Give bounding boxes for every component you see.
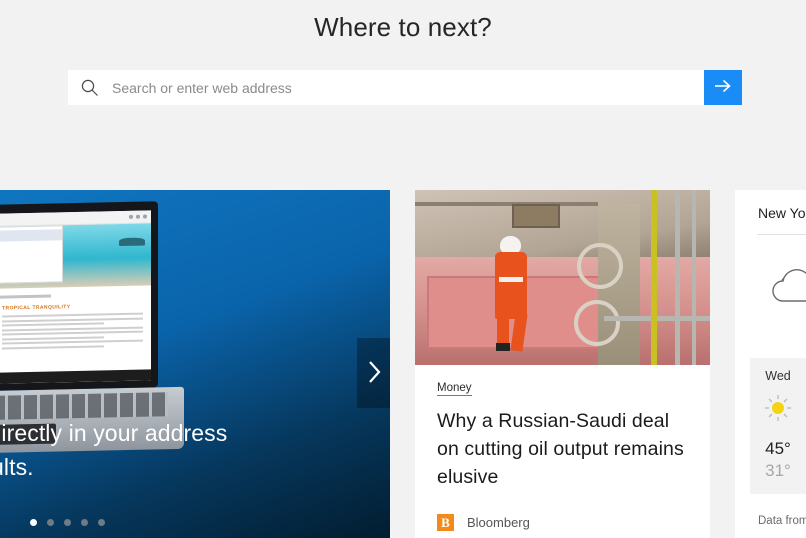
news-category[interactable]: Money — [437, 382, 472, 396]
forecast-tile[interactable]: Wed 45° 31° — [750, 358, 806, 494]
search-input[interactable] — [100, 79, 704, 96]
arrow-right-icon — [713, 78, 733, 97]
carousel-dot[interactable] — [30, 519, 37, 526]
forecast-low: 31° — [765, 461, 791, 480]
carousel-dot[interactable] — [47, 519, 54, 526]
carousel-dot[interactable] — [98, 519, 105, 526]
carousel-dot[interactable] — [81, 519, 88, 526]
divider — [757, 234, 806, 235]
carousel-dot[interactable] — [64, 519, 71, 526]
search-go-button[interactable] — [704, 70, 742, 105]
chevron-right-icon — [366, 359, 382, 388]
search-icon — [80, 78, 100, 98]
weather-forecast: Wed 45° 31° — [750, 358, 806, 494]
weather-attribution: Data from — [758, 515, 806, 527]
worker-figure — [494, 235, 528, 352]
forecast-high: 45° — [765, 439, 791, 458]
promo-screen-article-title: TROPICAL TRANQUILITY — [2, 304, 71, 312]
search-bar — [68, 70, 742, 105]
weather-card[interactable]: New Yor Wed 45° 31° Data from — [735, 190, 806, 538]
promo-card[interactable]: TROPICAL TRANQUILITY typing d — [0, 190, 390, 538]
weather-location: New Yor — [758, 205, 806, 221]
news-source: B Bloomberg — [437, 514, 530, 531]
news-headline: Why a Russian-Saudi deal on cutting oil … — [437, 410, 684, 488]
carousel-dots — [30, 519, 105, 526]
carousel-next-button[interactable] — [357, 338, 390, 408]
promo-text-line-2: rch results. — [0, 454, 34, 480]
news-body: Money Why a Russian-Saudi deal on cuttin… — [415, 365, 710, 491]
cloudy-icon — [759, 257, 806, 311]
news-image — [415, 190, 710, 365]
search-field[interactable] — [68, 70, 704, 105]
cards-row: TROPICAL TRANQUILITY typing d — [0, 190, 806, 538]
promo-text-line-1: typing directly in your address — [0, 420, 228, 446]
news-card[interactable]: Money Why a Russian-Saudi deal on cuttin… — [415, 190, 710, 538]
sunny-icon — [764, 394, 792, 422]
promo-text: typing directly in your address rch resu… — [0, 416, 380, 484]
bloomberg-logo-icon: B — [437, 514, 454, 531]
forecast-day: Wed — [765, 369, 791, 383]
page-title: Where to next? — [314, 12, 492, 42]
news-source-name: Bloomberg — [467, 515, 530, 530]
